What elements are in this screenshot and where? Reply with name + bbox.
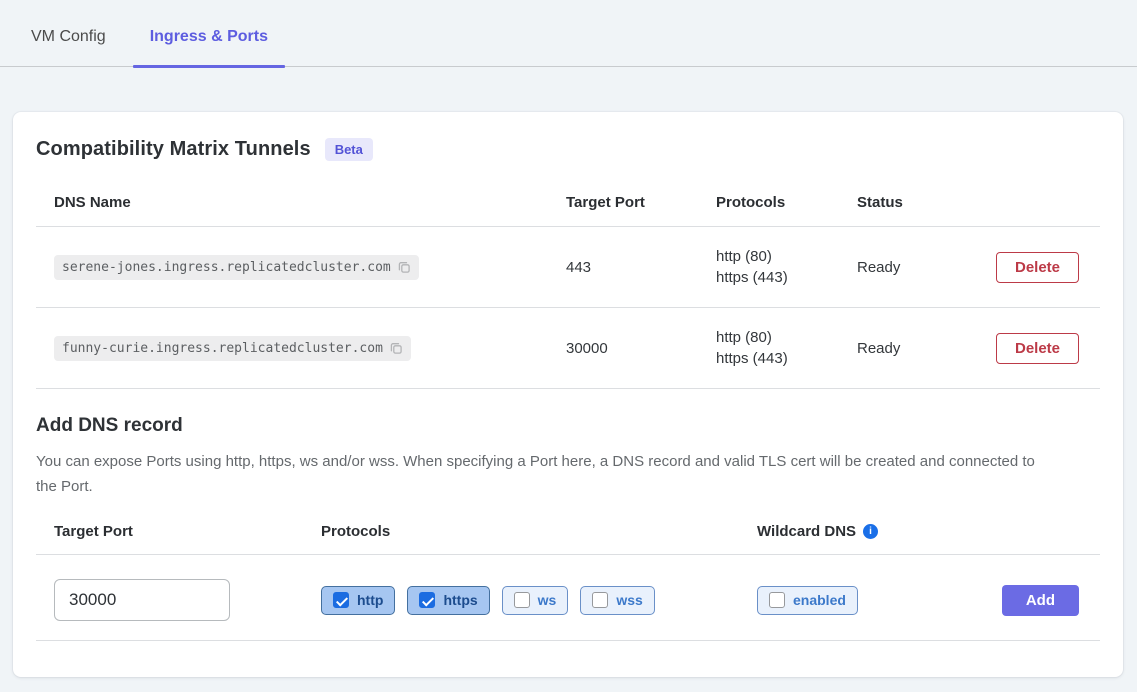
chip-label: enabled [793, 592, 846, 608]
tunnels-card: Compatibility Matrix Tunnels Beta DNS Na… [13, 112, 1123, 677]
protocol-chip-http[interactable]: http [321, 586, 395, 615]
protocol-chip-https[interactable]: https [407, 586, 489, 615]
delete-button[interactable]: Delete [996, 333, 1079, 364]
tunnels-table: DNS Name Target Port Protocols Status se… [36, 179, 1100, 389]
dns-name-text: funny-curie.ingress.replicatedcluster.co… [62, 341, 383, 356]
protocol-line: https (443) [716, 348, 857, 369]
form-divider [36, 554, 1100, 555]
dns-name-pill: serene-jones.ingress.replicatedcluster.c… [54, 255, 419, 280]
page-title: Compatibility Matrix Tunnels [36, 138, 311, 161]
target-port-cell: 443 [566, 259, 716, 276]
protocols-cell: http (80) https (443) [716, 327, 857, 369]
add-form-labels: Target Port Protocols Wildcard DNS i [36, 523, 1100, 540]
info-icon[interactable]: i [863, 524, 878, 539]
wildcard-dns-label: Wildcard DNS i [757, 523, 1100, 540]
table-row: funny-curie.ingress.replicatedcluster.co… [36, 308, 1100, 389]
wildcard-enabled-checkbox[interactable] [769, 592, 785, 608]
chip-label: ws [538, 592, 557, 608]
target-port-cell: 30000 [566, 340, 716, 357]
add-dns-record-description: You can expose Ports using http, https, … [36, 449, 1056, 499]
dns-name-pill: funny-curie.ingress.replicatedcluster.co… [54, 336, 411, 361]
protocols-cell: http (80) https (443) [716, 246, 857, 288]
card-header: Compatibility Matrix Tunnels Beta [36, 138, 1100, 161]
chip-label: wss [616, 592, 642, 608]
chip-label: http [357, 592, 383, 608]
copy-icon[interactable] [389, 341, 403, 355]
table-row: serene-jones.ingress.replicatedcluster.c… [36, 227, 1100, 308]
delete-button[interactable]: Delete [996, 252, 1079, 283]
add-dns-record-title: Add DNS record [36, 415, 1100, 437]
wss-checkbox[interactable] [592, 592, 608, 608]
http-checkbox[interactable] [333, 592, 349, 608]
wildcard-enabled-chip[interactable]: enabled [757, 586, 858, 615]
status-cell: Ready [857, 259, 996, 276]
tab-bar: VM Config Ingress & Ports [0, 0, 1137, 67]
beta-badge: Beta [325, 138, 373, 161]
wildcard-dns-label-text: Wildcard DNS [757, 523, 856, 540]
target-port-label: Target Port [54, 523, 321, 540]
protocol-chip-ws[interactable]: ws [502, 586, 569, 615]
column-header-dns-name: DNS Name [54, 194, 566, 211]
column-header-target-port: Target Port [566, 194, 716, 211]
copy-icon[interactable] [397, 260, 411, 274]
add-form-controls: http https ws wss enabled Add [36, 579, 1100, 621]
add-button[interactable]: Add [1002, 585, 1079, 616]
protocol-line: http (80) [716, 327, 857, 348]
target-port-input[interactable] [54, 579, 230, 621]
https-checkbox[interactable] [419, 592, 435, 608]
protocol-line: https (443) [716, 267, 857, 288]
tab-vm-config[interactable]: VM Config [14, 28, 123, 66]
protocol-chip-wss[interactable]: wss [580, 586, 654, 615]
status-cell: Ready [857, 340, 996, 357]
dns-name-text: serene-jones.ingress.replicatedcluster.c… [62, 260, 391, 275]
tab-ingress-ports[interactable]: Ingress & Ports [133, 28, 285, 66]
protocol-line: http (80) [716, 246, 857, 267]
ws-checkbox[interactable] [514, 592, 530, 608]
table-header-row: DNS Name Target Port Protocols Status [36, 179, 1100, 227]
column-header-status: Status [857, 194, 996, 211]
protocols-label: Protocols [321, 523, 757, 540]
protocols-checkbox-group: http https ws wss [321, 586, 757, 615]
chip-label: https [443, 592, 477, 608]
column-header-protocols: Protocols [716, 194, 857, 211]
